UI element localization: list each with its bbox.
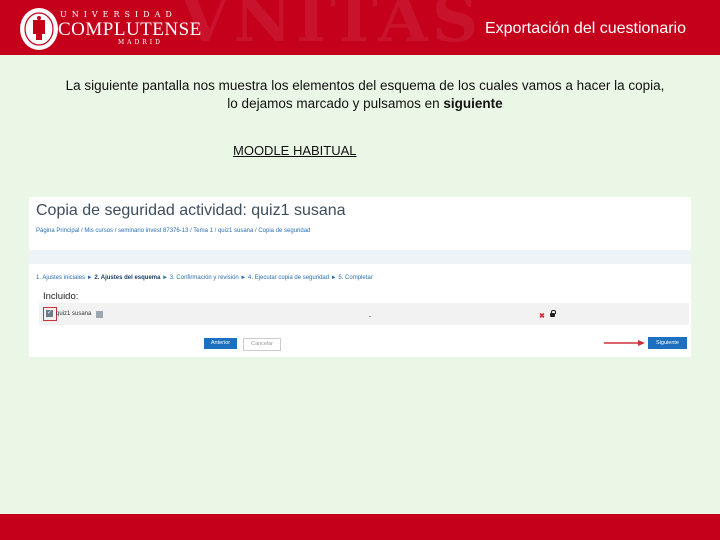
backup-steps: 1. Ajustes iniciales ► 2. Ajustes del es… bbox=[36, 275, 373, 281]
steps-after: ► 3. Confirmación y revisión ► 4. Ejecut… bbox=[160, 275, 373, 281]
arrow-right-icon bbox=[604, 340, 645, 346]
previous-button[interactable]: Anterior bbox=[204, 338, 237, 349]
breadcrumb[interactable]: Página Principal / Mis cursos / seminari… bbox=[36, 228, 310, 234]
section-divider bbox=[29, 250, 691, 264]
close-icon[interactable]: ✖ bbox=[539, 312, 545, 320]
intro-paragraph: La siguiente pantalla nos muestra los el… bbox=[60, 77, 670, 113]
separator-dot bbox=[369, 316, 371, 317]
logo-madrid-text: MADRID bbox=[118, 39, 163, 46]
next-button[interactable]: Siguiente bbox=[648, 337, 687, 349]
lock-icon[interactable] bbox=[550, 310, 556, 317]
included-label: Incluido: bbox=[43, 291, 79, 302]
page-title: Exportación del cuestionario bbox=[484, 20, 686, 37]
logo-complutense-text: COMPLUTENSE bbox=[58, 19, 202, 40]
intro-text: La siguiente pantalla nos muestra los el… bbox=[65, 78, 665, 111]
header-bar: VNITAS UNIVERSIDAD COMPLUTENSE MADRID Ex… bbox=[0, 0, 720, 55]
header-background-watermark: VNITAS bbox=[180, 0, 483, 55]
quiz-type-icon bbox=[96, 311, 103, 318]
logo-university-text: UNIVERSIDAD bbox=[60, 10, 177, 19]
moodle-screenshot: Copia de seguridad actividad: quiz1 susa… bbox=[29, 197, 691, 357]
step-current: 2. Ajustes del esquema bbox=[94, 275, 161, 281]
include-checkbox[interactable]: ✓ bbox=[46, 310, 53, 317]
section-label: MOODLE HABITUAL bbox=[233, 143, 357, 158]
cancel-button[interactable]: Cancelar bbox=[243, 338, 281, 351]
moodle-page-title: Copia de seguridad actividad: quiz1 susa… bbox=[36, 202, 346, 219]
ucm-logo: UNIVERSIDAD COMPLUTENSE MADRID bbox=[20, 8, 201, 50]
intro-bold-word: siguiente bbox=[443, 96, 503, 111]
university-seal-icon bbox=[20, 8, 58, 50]
steps-before: 1. Ajustes iniciales ► bbox=[36, 275, 95, 281]
moodle-header: Copia de seguridad actividad: quiz1 susa… bbox=[29, 197, 691, 250]
quiz-row bbox=[39, 303, 689, 325]
quiz-item-label: quiz1 susana bbox=[56, 311, 92, 317]
footer-bar bbox=[0, 514, 720, 540]
